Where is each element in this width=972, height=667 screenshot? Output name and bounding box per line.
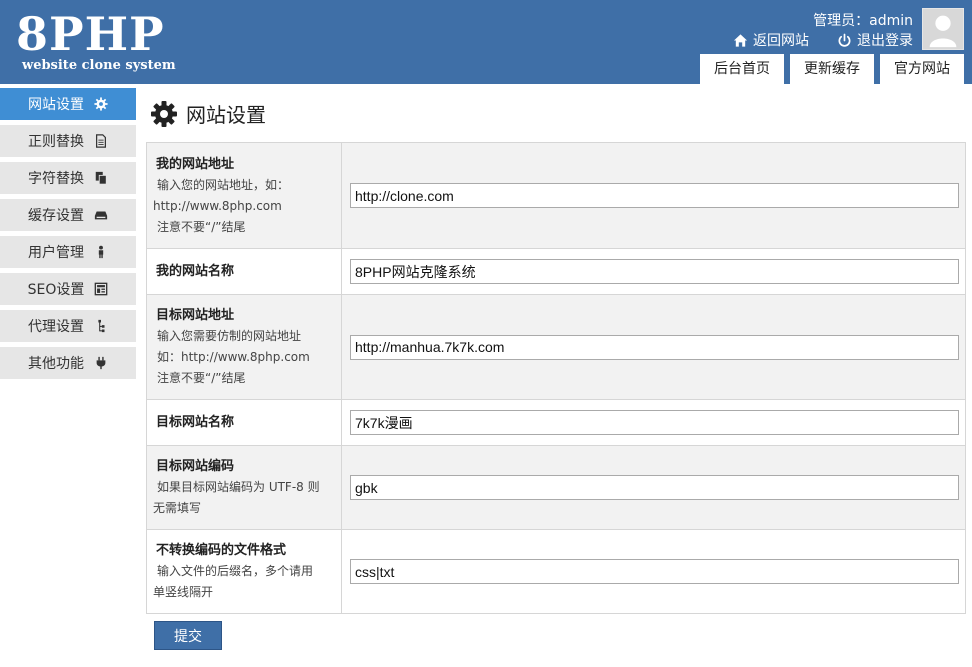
user-avatar-icon (929, 15, 957, 48)
sidebar-item-label: SEO设置 (27, 282, 85, 298)
row-field (341, 529, 966, 614)
admin-info: 管理员：admin (813, 10, 913, 30)
layout-icon (95, 282, 108, 296)
row-title: 目标网站地址 (156, 308, 235, 323)
target-site-url-input[interactable] (350, 334, 959, 360)
target-site-encoding-input[interactable] (350, 475, 959, 500)
page-title: 网站设置 (150, 99, 266, 128)
row-title: 不转换编码的文件格式 (156, 543, 287, 558)
row-label: 目标网站编码 如果目标网站编码为 UTF-8 则 无需填写 (146, 445, 342, 530)
row-title: 我的网站名称 (156, 264, 235, 279)
tab-update-cache[interactable]: 更新缓存 (790, 54, 874, 84)
row-desc: 注意不要“/”结尾 (157, 219, 246, 234)
plug-icon (96, 356, 106, 370)
sidebar-item-cache-settings[interactable]: 缓存设置 (0, 199, 136, 231)
page-title-text: 网站设置 (186, 103, 266, 127)
tab-official-site[interactable]: 官方网站 (880, 54, 964, 84)
sidebar-item-label: 网站设置 (28, 97, 84, 113)
row-desc: 无需填写 (153, 501, 202, 515)
sidebar-item-regex-replace[interactable]: 正则替换 (0, 125, 136, 157)
back-to-site-link[interactable]: 返回网站 (733, 30, 809, 50)
row-desc: 输入文件的后缀名，多个请用 (157, 564, 314, 578)
logo-subtitle: website clone system (22, 58, 176, 73)
row-field (341, 445, 966, 530)
logout-label: 退出登录 (857, 33, 913, 49)
row-label: 目标网站地址 输入您需要仿制的网站地址 如：http://www.8php.co… (146, 294, 342, 400)
row-desc: http://www.8php.com (153, 198, 282, 213)
hdd-icon (94, 211, 108, 220)
form-row-no-convert-formats: 不转换编码的文件格式 输入文件的后缀名，多个请用 单竖线隔开 (146, 529, 966, 614)
row-desc: 如果目标网站编码为 UTF-8 则 (157, 480, 320, 494)
no-convert-formats-input[interactable] (350, 559, 959, 584)
row-title: 目标网站名称 (156, 415, 235, 430)
sidebar-item-proxy-settings[interactable]: 代理设置 (0, 310, 136, 342)
row-field (341, 248, 966, 295)
form-row-my-site-url: 我的网站地址 输入您的网站地址，如： http://www.8php.com 注… (146, 142, 966, 249)
form-row-target-site-url: 目标网站地址 输入您需要仿制的网站地址 如：http://www.8php.co… (146, 294, 966, 400)
sidebar-item-site-settings[interactable]: 网站设置 (0, 88, 136, 120)
row-label: 我的网站名称 (146, 248, 342, 295)
row-desc: 注意不要“/”结尾 (157, 371, 246, 385)
form-row-target-site-encoding: 目标网站编码 如果目标网站编码为 UTF-8 则 无需填写 (146, 445, 966, 530)
gear-icon (151, 100, 177, 127)
my-site-url-input[interactable] (350, 183, 959, 208)
back-to-site-label: 返回网站 (753, 33, 809, 49)
logout-link[interactable]: 退出登录 (837, 30, 913, 50)
form-row-my-site-name: 我的网站名称 (146, 248, 966, 295)
sidebar-item-user-management[interactable]: 用户管理 (0, 236, 136, 268)
row-field (341, 294, 966, 400)
row-label: 目标网站名称 (146, 399, 342, 446)
top-tabs: 后台首页 更新缓存 官方网站 (700, 54, 964, 84)
sidebar-item-label: 代理设置 (28, 319, 84, 335)
sidebar-item-label: 缓存设置 (28, 208, 84, 224)
form-row-target-site-name: 目标网站名称 (146, 399, 966, 446)
sidebar-item-seo-settings[interactable]: SEO设置 (0, 273, 136, 305)
sidebar-item-string-replace[interactable]: 字符替换 (0, 162, 136, 194)
logo[interactable]: 8PHP website clone system (16, 8, 186, 78)
user-links: 返回网站 退出登录 (733, 30, 913, 50)
row-label: 不转换编码的文件格式 输入文件的后缀名，多个请用 单竖线隔开 (146, 529, 342, 614)
sidebar-item-label: 字符替换 (28, 171, 84, 187)
row-desc: 如：http://www.8php.com (157, 350, 310, 364)
home-icon (733, 33, 748, 47)
target-site-name-input[interactable] (350, 410, 959, 435)
row-desc: 单竖线隔开 (153, 585, 214, 599)
header-bar: 8PHP website clone system 管理员：admin 返回网站… (0, 0, 972, 84)
user-icon (98, 245, 104, 259)
admin-name: admin (869, 13, 913, 29)
logo-text: 8PHP (16, 7, 165, 61)
tab-admin-home[interactable]: 后台首页 (700, 54, 784, 84)
settings-form: 我的网站地址 输入您的网站地址，如： http://www.8php.com 注… (146, 142, 966, 614)
gear-icon (94, 97, 108, 111)
row-title: 我的网站地址 (156, 156, 235, 172)
row-title: 目标网站编码 (156, 459, 235, 474)
avatar[interactable] (922, 8, 964, 50)
sidebar-item-other-functions[interactable]: 其他功能 (0, 347, 136, 379)
sitemap-icon (98, 319, 105, 333)
copy-icon (95, 171, 107, 185)
row-field (341, 399, 966, 446)
sidebar-item-label: 正则替换 (28, 134, 84, 150)
sidebar-item-label: 用户管理 (28, 245, 84, 261)
sidebar-item-label: 其他功能 (28, 356, 84, 372)
power-icon (838, 33, 851, 47)
my-site-name-input[interactable] (350, 259, 959, 284)
row-field (341, 142, 966, 249)
admin-label: 管理员： (813, 13, 870, 29)
document-icon (96, 134, 106, 148)
row-label: 我的网站地址 输入您的网站地址，如： http://www.8php.com 注… (146, 142, 342, 249)
sidebar: 网站设置 正则替换 字符替换 缓存设置 用户管理 SEO设置 代理设置 其他功能 (0, 88, 136, 384)
submit-button[interactable]: 提交 (154, 621, 222, 650)
row-desc: 输入您需要仿制的网站地址 (157, 329, 302, 343)
row-desc: 输入您的网站地址，如： (157, 177, 290, 192)
